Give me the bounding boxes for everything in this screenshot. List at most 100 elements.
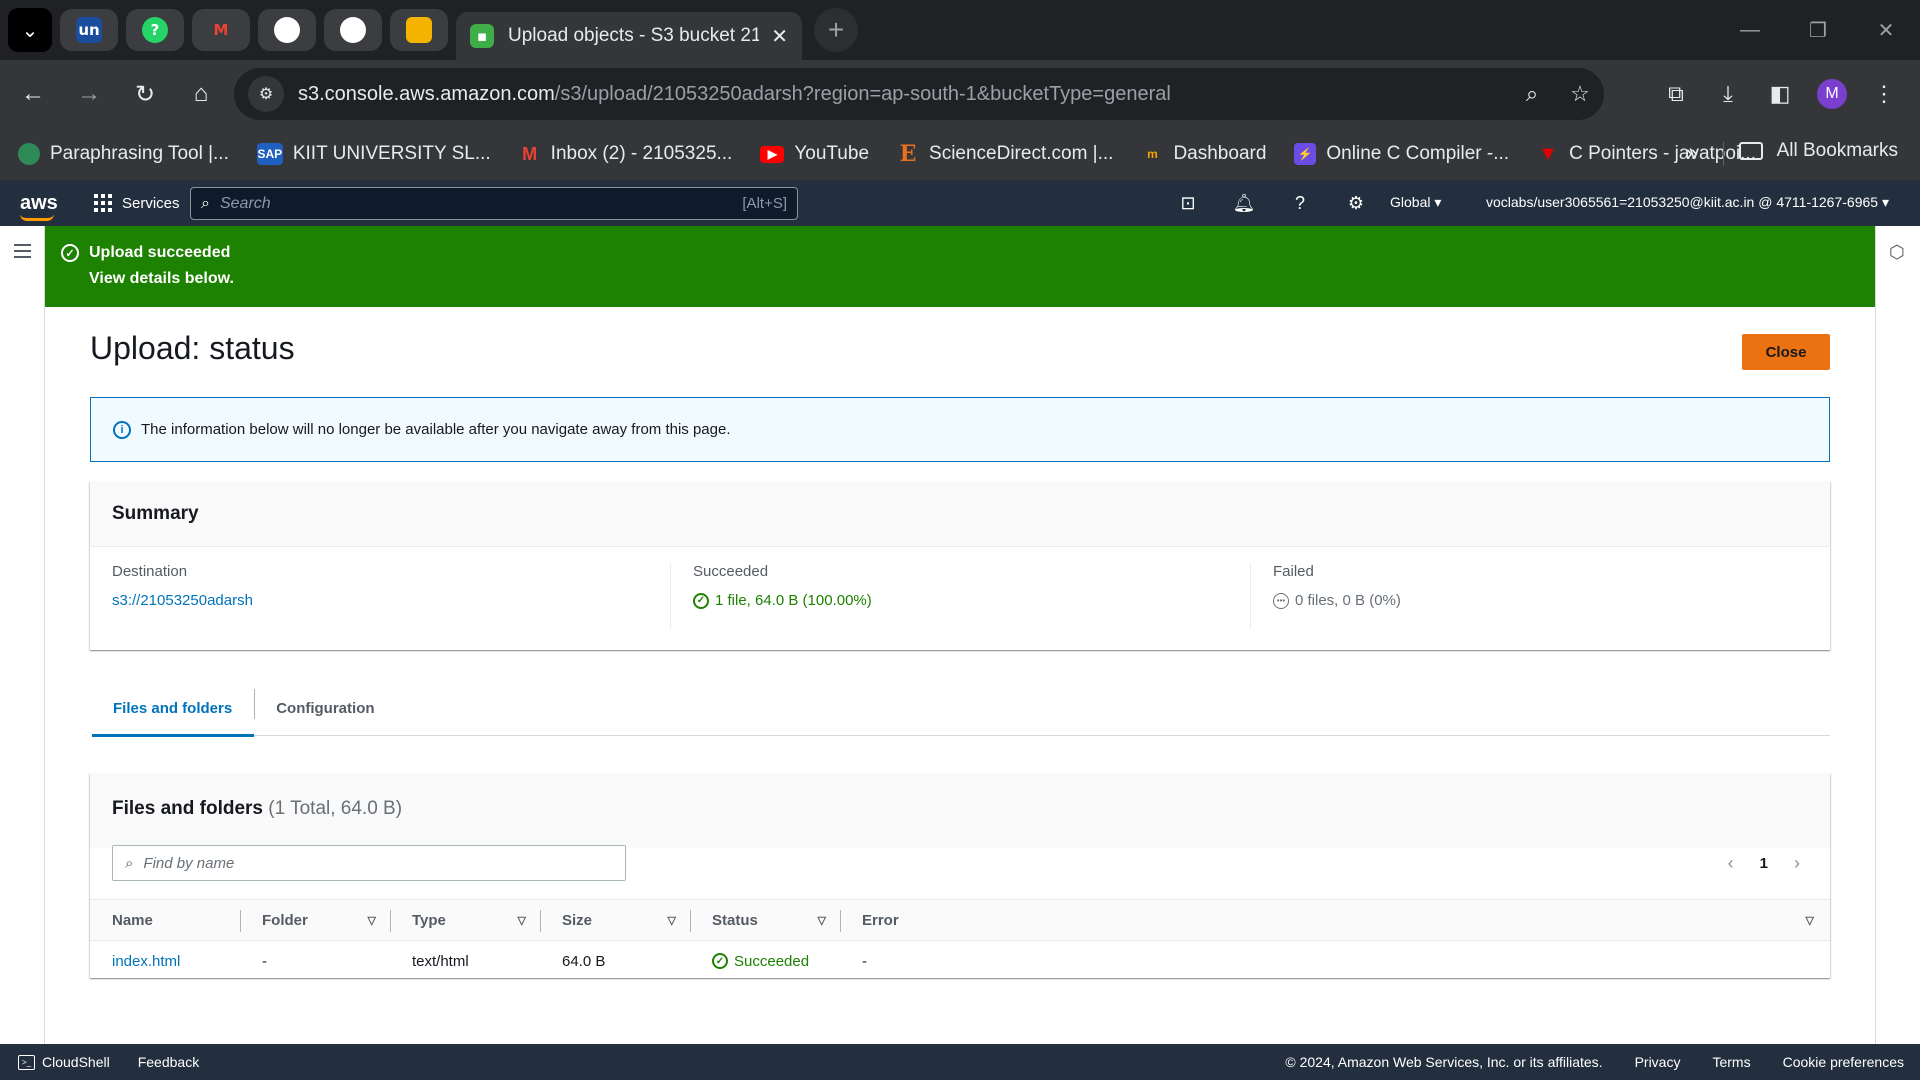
account-menu[interactable]: voclabs/user3065561=21053250@kiit.ac.in … [1486,194,1889,211]
bookmark-item[interactable]: m Dashboard [1141,143,1266,165]
aws-search-input[interactable]: ⌕ Search [Alt+S] [190,187,798,220]
succeeded-column: Succeeded ✓ 1 file, 64.0 B (100.00%) [670,563,1250,629]
bookmark-item[interactable]: E ScienceDirect.com |... [897,141,1114,167]
reload-icon: ↻ [134,80,156,108]
hamburger-menu-icon[interactable] [14,244,31,262]
tab-configuration[interactable]: Configuration [255,680,396,736]
tab-search-button[interactable]: ⌄ [8,8,52,52]
caret-down-icon: ▾ [1881,194,1889,210]
services-menu-button[interactable]: Services [94,194,180,212]
cloudshell-label: CloudShell [42,1054,110,1070]
region-selector[interactable]: Global ▾ [1390,194,1441,211]
aws-top-nav: aws Services ⌕ Search [Alt+S] ⊡ 🔔︎ ? ⚙ G… [0,180,1920,226]
download-icon[interactable]: ⤓ [1702,70,1754,118]
github-icon [340,17,366,43]
cloudshell-button[interactable]: >_ CloudShell [18,1054,110,1070]
pinned-tab-whatsapp[interactable]: ? [126,9,184,51]
site-info-icon[interactable]: ⚙ [248,76,284,112]
column-header-status[interactable]: Status ▽ [690,900,840,940]
gmail-icon: M [522,143,538,164]
file-name-link[interactable]: index.html [112,953,180,970]
arrow-left-icon: ← [21,80,45,107]
bookmark-item[interactable]: SAP KIIT UNIVERSITY SL... [256,143,491,165]
minimize-icon[interactable]: — [1716,0,1784,60]
search-icon: ⌕ [125,854,134,872]
cookie-preferences-link[interactable]: Cookie preferences [1783,1054,1904,1070]
previous-page-icon[interactable]: ‹ [1728,853,1734,874]
settings-gear-icon[interactable]: ⚙ [1328,188,1384,218]
bookmark-item[interactable]: M Inbox (2) - 2105325... [519,143,732,165]
close-tab-icon[interactable]: ✕ [771,24,788,49]
tab-upload-objects[interactable]: ▪ Upload objects - S3 bucket 210 ✕ [456,12,802,60]
restore-icon[interactable]: ❐ [1784,0,1852,60]
summary-panel: Summary Destination s3://21053250adarsh … [90,481,1830,650]
info-icon: i [113,420,131,439]
cloudshell-icon[interactable]: ⊡ [1160,188,1216,218]
bookmark-item[interactable]: Paraphrasing Tool |... [18,143,229,165]
pinned-tab-github-1[interactable] [258,9,316,51]
star-icon[interactable]: ☆ [1556,81,1604,107]
privacy-link[interactable]: Privacy [1635,1054,1681,1070]
bookmark-item[interactable]: ▶ YouTube [760,143,869,165]
url-text[interactable]: s3.console.aws.amazon.com/s3/upload/2105… [298,83,1508,106]
sort-caret-icon[interactable]: ▽ [368,914,376,927]
notifications-bell-icon[interactable]: 🔔︎ [1216,188,1272,218]
failed-column: Failed ••• 0 files, 0 B (0%) [1250,563,1830,629]
side-panel-icon[interactable]: ◧ [1754,70,1806,118]
next-page-icon[interactable]: › [1794,853,1800,874]
column-label: Size [562,911,593,929]
pinned-tab-unstop[interactable]: un [60,9,118,51]
column-header-folder[interactable]: Folder ▽ [240,900,390,940]
aws-logo[interactable]: aws [20,192,60,221]
summary-header: Summary [90,481,1830,547]
github-icon [274,17,300,43]
all-bookmarks-label: All Bookmarks [1776,140,1898,161]
column-header-error[interactable]: Error ▽ [840,900,1830,940]
zoom-icon[interactable]: ⌕ [1508,81,1556,107]
find-by-name-input[interactable]: ⌕ Find by name [112,845,626,881]
profile-avatar[interactable]: M [1817,79,1847,109]
more-bookmarks-icon[interactable]: » [1686,140,1698,166]
page-number[interactable]: 1 [1760,855,1768,872]
extensions-icon[interactable]: ⧉ [1650,70,1702,118]
home-icon: ⌂ [193,80,209,107]
table-row: index.html - text/html 64.0 B ✓ Succeeded… [90,941,1830,981]
feedback-link[interactable]: Feedback [138,1054,199,1070]
more-menu-icon[interactable]: ⋮ [1858,70,1910,118]
column-header-size[interactable]: Size ▽ [540,900,690,940]
success-flashbar: ✓ Upload succeeded View details below. [45,226,1875,307]
pinned-tab-github-2[interactable] [324,9,382,51]
sort-caret-icon[interactable]: ▽ [668,914,676,927]
help-icon[interactable]: ? [1272,188,1328,218]
hexagon-settings-icon[interactable]: ⬡ [1889,242,1905,263]
check-circle-icon: ✓ [712,953,728,969]
sort-caret-icon[interactable]: ▽ [518,914,526,927]
page-title: Upload: status [90,330,295,366]
all-bookmarks-button[interactable]: All Bookmarks [1738,140,1898,162]
pinned-tab-gmail[interactable]: M [192,9,250,51]
forward-button[interactable]: → [66,71,112,117]
bookmark-label: C Pointers - javatpoi... [1569,143,1756,164]
column-header-type[interactable]: Type ▽ [390,900,540,940]
home-button[interactable]: ⌂ [178,71,224,117]
window-close-icon[interactable]: ✕ [1852,0,1920,60]
address-bar[interactable]: ⚙ s3.console.aws.amazon.com/s3/upload/21… [234,68,1604,120]
tab-files-and-folders[interactable]: Files and folders [92,680,255,737]
terms-link[interactable]: Terms [1712,1054,1750,1070]
pinned-tab-slides[interactable] [390,9,448,51]
bookmark-item[interactable]: ⚡ Online C Compiler -... [1294,143,1509,165]
pagination: ‹ 1 › [1702,853,1800,874]
destination-link[interactable]: s3://21053250adarsh [112,592,670,609]
sort-caret-icon[interactable]: ▽ [818,914,826,927]
back-button[interactable]: ← [10,71,56,117]
files-title: Files and folders [112,798,263,819]
new-tab-button[interactable]: + [814,8,858,52]
close-button[interactable]: Close [1742,334,1830,370]
gmail-icon: M [213,21,229,39]
slides-icon [406,17,432,43]
failed-label: Failed [1273,563,1314,580]
sort-caret-icon[interactable]: ▽ [1806,914,1814,927]
column-header-name[interactable]: Name [90,900,240,940]
bookmark-label: KIIT UNIVERSITY SL... [292,143,491,164]
reload-button[interactable]: ↻ [122,71,168,117]
